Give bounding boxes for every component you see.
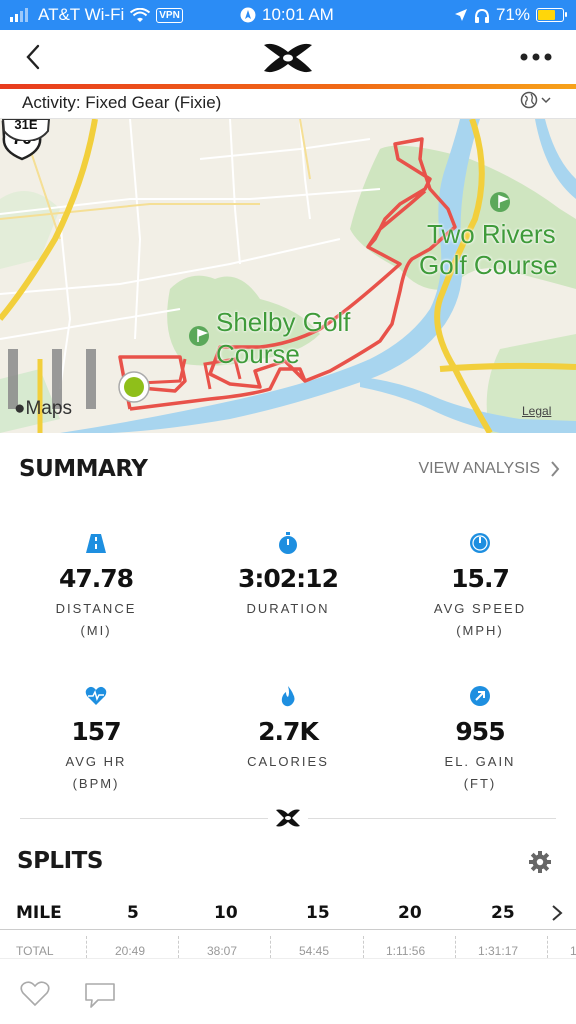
speedometer-icon <box>470 533 490 553</box>
clock-time: 10:01 AM <box>262 5 334 24</box>
stat-label: DURATION <box>246 601 330 616</box>
stat-avg-speed: 15.7 AVG SPEED (MPH) <box>384 532 576 638</box>
vpn-badge: VPN <box>156 7 183 23</box>
highway-top-number: 31E <box>14 119 37 132</box>
route-map[interactable]: Shelby Golf Course Two Rivers Golf Cours… <box>0 119 576 433</box>
cellular-signal-icon <box>10 8 28 22</box>
stat-value: 157 <box>71 717 121 746</box>
stat-value: 15.7 <box>451 564 510 593</box>
splits-header-cell: 25 <box>491 903 515 923</box>
chevron-right-icon <box>551 461 560 477</box>
gear-icon[interactable] <box>528 850 552 874</box>
splits-total-cell: 1:11:56 <box>386 944 426 958</box>
comment-icon[interactable] <box>84 981 116 1009</box>
stat-unit: (BPM) <box>72 776 120 791</box>
status-center: 10:01 AM <box>240 5 334 25</box>
stat-calories: 2.7K CALORIES <box>192 685 384 776</box>
activity-type-label: Activity: Fixed Gear (Fixie) <box>22 93 222 112</box>
road-icon <box>86 534 106 553</box>
flame-icon <box>281 686 295 707</box>
status-left: AT&T Wi-Fi VPN <box>10 5 183 25</box>
activity-type-row: Activity: Fixed Gear (Fixie) <box>0 89 576 119</box>
apple-maps-attribution: ●Maps <box>14 398 72 420</box>
splits-header-cell: 10 <box>214 903 238 923</box>
stat-value: 955 <box>455 717 505 746</box>
nav-bar <box>0 30 576 84</box>
stopwatch-icon <box>279 532 297 554</box>
under-armour-logo <box>264 43 312 73</box>
maps-attribution-text: Maps <box>25 398 72 419</box>
stat-elevation-gain: 955 EL. GAIN (FT) <box>384 685 576 791</box>
heart-rate-icon <box>85 686 107 705</box>
splits-total-row: TOTAL 20:49 38:07 54:45 1:11:56 1:31:17 … <box>0 936 576 958</box>
splits-separator <box>270 936 271 958</box>
stat-avg-hr: 157 AVG HR (BPM) <box>0 685 192 791</box>
elevation-arrow-icon <box>470 686 490 706</box>
splits-total-label: TOTAL <box>16 944 54 958</box>
heart-like-icon[interactable] <box>20 981 50 1007</box>
stat-label: CALORIES <box>247 754 329 769</box>
status-right: 71% <box>454 5 567 25</box>
stat-duration: 3:02:12 DURATION <box>192 532 384 623</box>
splits-title: SPLITS <box>17 848 103 874</box>
location-arrow-icon <box>454 9 467 21</box>
view-analysis-link[interactable]: VIEW ANALYSIS <box>418 460 560 478</box>
splits-total-cell: 1 <box>570 944 576 958</box>
under-armour-small-logo <box>268 808 308 828</box>
view-analysis-label: VIEW ANALYSIS <box>418 460 540 477</box>
splits-header-cell: 20 <box>398 903 422 923</box>
bottom-action-bar <box>0 958 576 1024</box>
place-label-shelby-course: Course <box>216 339 300 369</box>
location-circle-icon <box>240 7 256 23</box>
stat-value: 2.7K <box>258 717 319 746</box>
back-chevron-icon[interactable] <box>20 40 50 74</box>
battery-icon <box>536 8 567 22</box>
wifi-icon <box>130 7 151 22</box>
splits-total-cell: 20:49 <box>115 944 146 958</box>
apple-logo-icon: ● <box>14 398 26 419</box>
splits-separator <box>363 936 364 958</box>
place-label-two-rivers-course: Golf Course <box>419 250 558 280</box>
headphones-icon <box>474 8 489 23</box>
splits-header-cell: 15 <box>306 903 330 923</box>
stat-label: AVG SPEED <box>433 601 527 616</box>
place-label-two-rivers: Two Rivers <box>427 219 556 249</box>
splits-total-cell: 38:07 <box>207 944 238 958</box>
status-bar: AT&T Wi-Fi VPN 10:01 AM 71% <box>0 0 576 30</box>
summary-title: SUMMARY <box>19 456 148 482</box>
carrier-label: AT&T Wi-Fi <box>38 5 125 24</box>
splits-separator <box>455 936 456 958</box>
battery-percent: 71% <box>495 5 530 24</box>
privacy-globe-icon[interactable] <box>520 91 554 109</box>
stat-unit: (MPH) <box>456 623 504 638</box>
place-label-shelby: Shelby Golf <box>216 307 351 337</box>
splits-header-mile: MILE <box>16 903 62 923</box>
splits-total-cell: 54:45 <box>299 944 330 958</box>
stat-label: DISTANCE <box>55 601 137 616</box>
highway-top-shield-icon: 31E <box>1 119 51 141</box>
stat-value: 3:02:12 <box>238 564 339 593</box>
splits-header-row: MILE 5 10 15 20 25 <box>0 898 576 930</box>
splits-header-cell: 5 <box>127 903 139 923</box>
stat-unit: (MI) <box>80 623 112 638</box>
stat-value: 47.78 <box>58 564 134 593</box>
more-options-icon[interactable] <box>516 48 556 66</box>
splits-total-cell: 1:31:17 <box>478 944 519 958</box>
legal-link[interactable]: Legal <box>522 404 551 418</box>
splits-scroll-right-icon[interactable] <box>550 904 564 922</box>
stat-unit: (FT) <box>463 776 497 791</box>
splits-separator <box>86 936 87 958</box>
stat-distance: 47.78 DISTANCE (MI) <box>0 532 192 638</box>
stat-label: EL. GAIN <box>444 754 516 769</box>
splits-separator <box>547 936 548 958</box>
stat-label: AVG HR <box>65 754 127 769</box>
splits-separator <box>178 936 179 958</box>
battery-fill <box>538 10 556 20</box>
